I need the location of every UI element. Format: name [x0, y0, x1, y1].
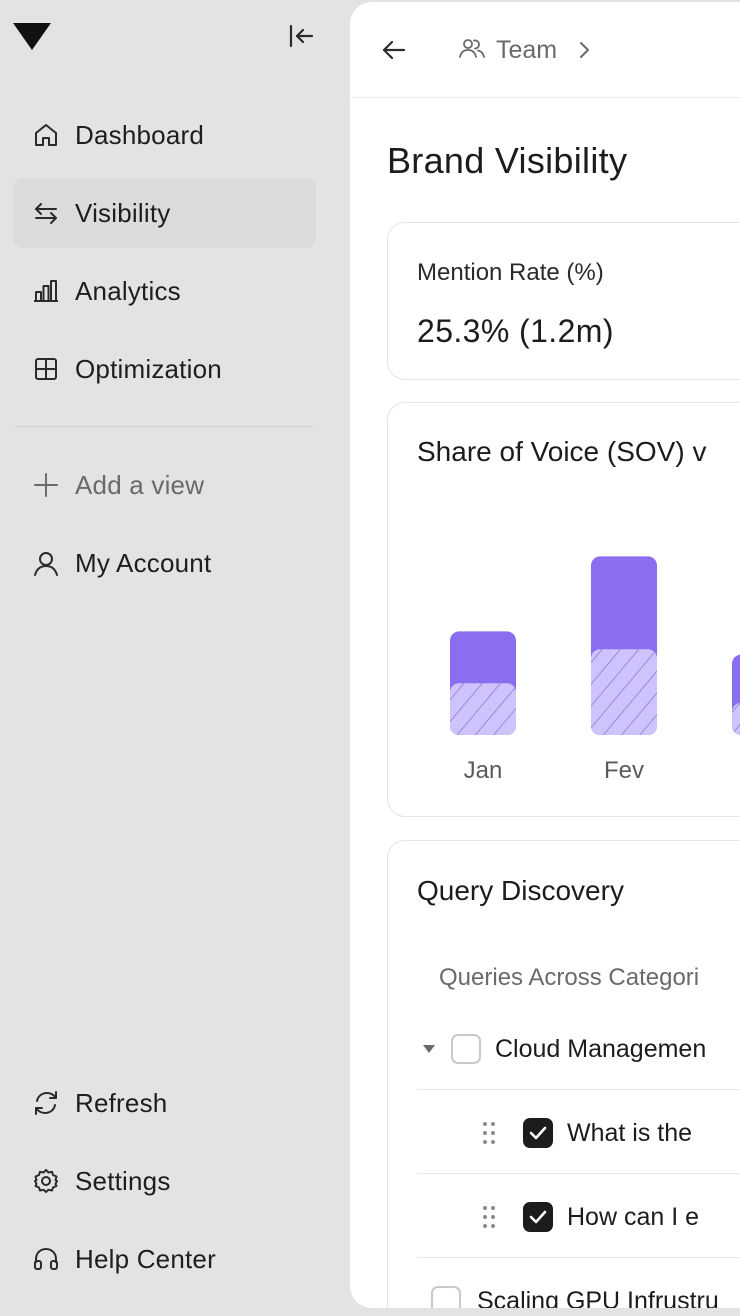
- query-row[interactable]: What is the: [417, 1115, 740, 1151]
- query-title: Query Discovery: [417, 875, 624, 906]
- sov-chart-card: Share of Voice (SOV) v Jan Fev: [387, 402, 740, 817]
- x-tick-label: Jan: [464, 757, 503, 784]
- bar-segment-hatched[interactable]: [450, 683, 516, 735]
- sidebar-item-visibility[interactable]: Visibility: [13, 178, 316, 248]
- sov-bar-chart: Jan Fev: [450, 556, 740, 784]
- sidebar-item-dashboard[interactable]: Dashboard: [13, 100, 316, 170]
- bar-chart-icon: [29, 274, 63, 308]
- plus-icon: [29, 468, 63, 502]
- sidebar-item-label: Analytics: [75, 275, 181, 306]
- query-text: How can I e: [567, 1202, 700, 1231]
- metric-value: 25.3% (1.2m): [417, 313, 614, 349]
- gear-icon: [29, 1164, 63, 1198]
- row-divider: [417, 1173, 740, 1174]
- x-tick-label: Fev: [604, 757, 644, 784]
- metric-label: Mention Rate (%): [417, 259, 604, 286]
- query-checkbox[interactable]: [431, 1286, 461, 1308]
- page-title: Brand Visibility: [387, 140, 628, 181]
- drag-handle-icon[interactable]: [477, 1204, 501, 1230]
- home-icon: [29, 118, 63, 152]
- back-button[interactable]: [376, 32, 412, 68]
- sidebar-item-label: Settings: [75, 1165, 171, 1196]
- query-row[interactable]: How can I e: [417, 1199, 740, 1235]
- sidebar-item-label: Optimization: [75, 353, 222, 384]
- sidebar-item-label: Help Center: [75, 1243, 216, 1274]
- drag-handle-icon[interactable]: [477, 1120, 501, 1146]
- arrow-left-icon: [382, 40, 406, 60]
- sidebar-item-settings[interactable]: Settings: [13, 1146, 316, 1216]
- sidebar-item-label: Refresh: [75, 1087, 168, 1118]
- sidebar-item-optimization[interactable]: Optimization: [13, 334, 316, 404]
- bar-segment-hatched[interactable]: [732, 702, 740, 735]
- query-group-row[interactable]: Cloud Managemen: [417, 1031, 740, 1067]
- check-icon: [529, 1126, 547, 1140]
- sidebar-item-analytics[interactable]: Analytics: [13, 256, 316, 326]
- add-view-label: Add a view: [75, 469, 205, 500]
- refresh-icon: [29, 1086, 63, 1120]
- sidebar-item-refresh[interactable]: Refresh: [13, 1068, 316, 1138]
- sidebar-item-my-account[interactable]: My Account: [13, 528, 316, 598]
- sidebar-item-help-center[interactable]: Help Center: [13, 1224, 316, 1294]
- query-group-row[interactable]: Scaling GPU Infrustru: [417, 1283, 740, 1308]
- query-checkbox-checked[interactable]: [523, 1202, 553, 1232]
- mention-rate-card: Mention Rate (%) 25.3% (1.2m): [387, 222, 740, 380]
- sidebar-item-label: My Account: [75, 547, 212, 578]
- sidebar-item-label: Visibility: [75, 197, 171, 228]
- query-text: What is the: [567, 1118, 693, 1147]
- add-view-button[interactable]: Add a view: [13, 450, 316, 520]
- breadcrumb[interactable]: Team: [458, 32, 591, 68]
- user-icon: [29, 546, 63, 580]
- row-divider: [417, 1257, 740, 1258]
- collapse-sidebar-button[interactable]: [284, 20, 318, 52]
- main-panel: Team Brand Visibility Mention Rate (%) 2…: [350, 2, 740, 1308]
- query-checkbox-checked[interactable]: [523, 1118, 553, 1148]
- check-icon: [529, 1210, 547, 1224]
- query-discovery-card: Query Discovery Queries Across Categori …: [387, 840, 740, 1308]
- top-bar: Team: [350, 2, 740, 98]
- logo-icon[interactable]: [12, 20, 52, 52]
- grid-icon: [29, 352, 63, 386]
- arrows-swap-icon: [29, 196, 63, 230]
- query-text: Scaling GPU Infrustru: [477, 1286, 719, 1309]
- query-checkbox[interactable]: [451, 1034, 481, 1064]
- caret-down-icon[interactable]: [417, 1044, 441, 1054]
- bar-segment-hatched[interactable]: [591, 649, 657, 735]
- query-column-header: Queries Across Categori: [439, 964, 700, 991]
- sidebar-divider: [14, 426, 314, 427]
- users-icon: [458, 36, 486, 65]
- sidebar-item-label: Dashboard: [75, 119, 204, 150]
- sidebar: Dashboard Visibility Analytics Optimizat…: [0, 0, 350, 1316]
- row-divider: [417, 1089, 740, 1090]
- breadcrumb-team: Team: [496, 35, 558, 64]
- chevron-right-icon: [577, 39, 591, 61]
- query-text: Cloud Managemen: [495, 1034, 707, 1063]
- headphones-icon: [29, 1242, 63, 1276]
